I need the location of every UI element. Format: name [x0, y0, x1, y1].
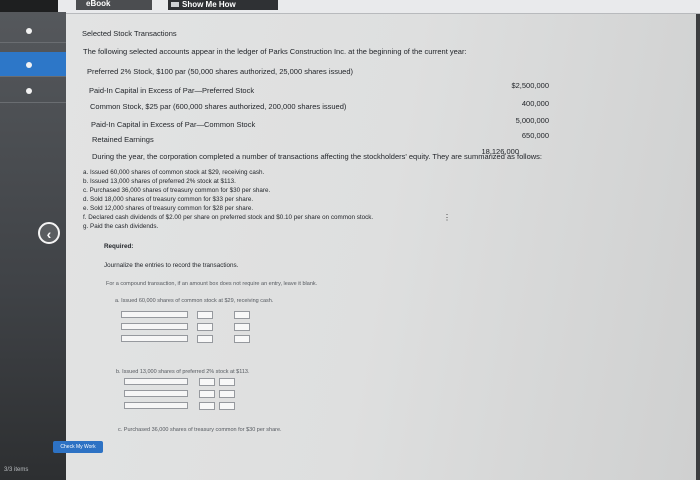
account-input[interactable] — [124, 390, 188, 397]
debit-input[interactable] — [199, 378, 215, 386]
account-value: $2,500,000 — [511, 81, 549, 90]
credit-input[interactable] — [234, 323, 250, 331]
transaction-item: d. Sold 18,000 shares of treasury common… — [83, 196, 254, 203]
more-options-icon[interactable]: ⋮ — [443, 213, 451, 222]
transaction-item: a. Issued 60,000 shares of common stock … — [83, 169, 265, 176]
part-a-label: a. Issued 60,000 shares of common stock … — [115, 298, 274, 304]
account-input[interactable] — [124, 402, 188, 409]
intro-text: The following selected accounts appear i… — [83, 47, 467, 56]
transaction-item: g. Paid the cash dividends. — [83, 223, 159, 230]
account-label: Paid-In Capital in Excess of Par—Preferr… — [89, 86, 255, 95]
account-input[interactable] — [121, 335, 188, 342]
sidebar-item-2[interactable] — [0, 52, 66, 77]
credit-input[interactable] — [219, 390, 235, 398]
credit-input[interactable] — [234, 335, 250, 343]
during-text: During the year, the corporation complet… — [92, 152, 542, 161]
sidebar: 3/3 items — [0, 12, 66, 480]
account-label: Retained Earnings — [92, 135, 154, 144]
page-title: Selected Stock Transactions — [82, 29, 177, 38]
items-counter: 3/3 items — [4, 467, 29, 473]
sidebar-item-1[interactable] — [0, 18, 66, 43]
account-label: Paid-In Capital in Excess of Par—Common … — [91, 120, 256, 129]
transaction-item: c. Purchased 36,000 shares of treasury c… — [83, 187, 271, 194]
problem-content: Selected Stock Transactions The followin… — [66, 14, 696, 480]
show-me-how-tab[interactable]: Show Me How — [168, 0, 278, 10]
bullet-icon — [26, 88, 32, 94]
account-value: 5,000,000 — [515, 116, 549, 125]
transaction-item: f. Declared cash dividends of $2.00 per … — [83, 214, 374, 221]
account-label: Common Stock, $25 par (600,000 shares au… — [90, 102, 347, 111]
debit-input[interactable] — [199, 390, 215, 398]
screen-icon — [171, 2, 179, 7]
debit-input[interactable] — [197, 323, 213, 331]
account-label: Preferred 2% Stock, $100 par (50,000 sha… — [87, 67, 353, 76]
account-input[interactable] — [124, 378, 188, 385]
credit-input[interactable] — [234, 311, 250, 319]
ebook-tab[interactable]: eBook — [76, 0, 152, 10]
account-input[interactable] — [121, 323, 188, 330]
required-label: Required: — [104, 243, 134, 250]
debit-input[interactable] — [197, 335, 213, 343]
credit-input[interactable] — [219, 378, 235, 386]
account-value: 400,000 — [521, 99, 549, 108]
check-my-work-button[interactable]: Check My Work — [53, 441, 103, 453]
sidebar-item-3[interactable] — [0, 78, 66, 103]
debit-input[interactable] — [199, 402, 215, 410]
transaction-item: e. Sold 12,000 shares of treasury common… — [83, 205, 254, 212]
top-toolbar: eBook Show Me How — [58, 0, 700, 14]
instruction-text: For a compound transaction, if an amount… — [106, 281, 318, 287]
debit-input[interactable] — [197, 311, 213, 319]
ebook-tab-label: eBook — [86, 0, 111, 8]
bullet-icon — [26, 28, 32, 34]
bullet-icon — [26, 62, 32, 68]
part-c-label: c. Purchased 36,000 shares of treasury c… — [118, 427, 282, 433]
account-value: 650,000 — [521, 131, 549, 140]
transaction-item: b. Issued 13,000 shares of preferred 2% … — [83, 178, 236, 185]
back-arrow-button[interactable]: ‹ — [38, 222, 60, 244]
account-input[interactable] — [121, 311, 188, 318]
required-text: Journalize the entries to record the tra… — [104, 262, 239, 269]
part-b-label: b. Issued 13,000 shares of preferred 2% … — [116, 369, 250, 375]
show-me-how-label: Show Me How — [182, 0, 236, 9]
credit-input[interactable] — [219, 402, 235, 410]
